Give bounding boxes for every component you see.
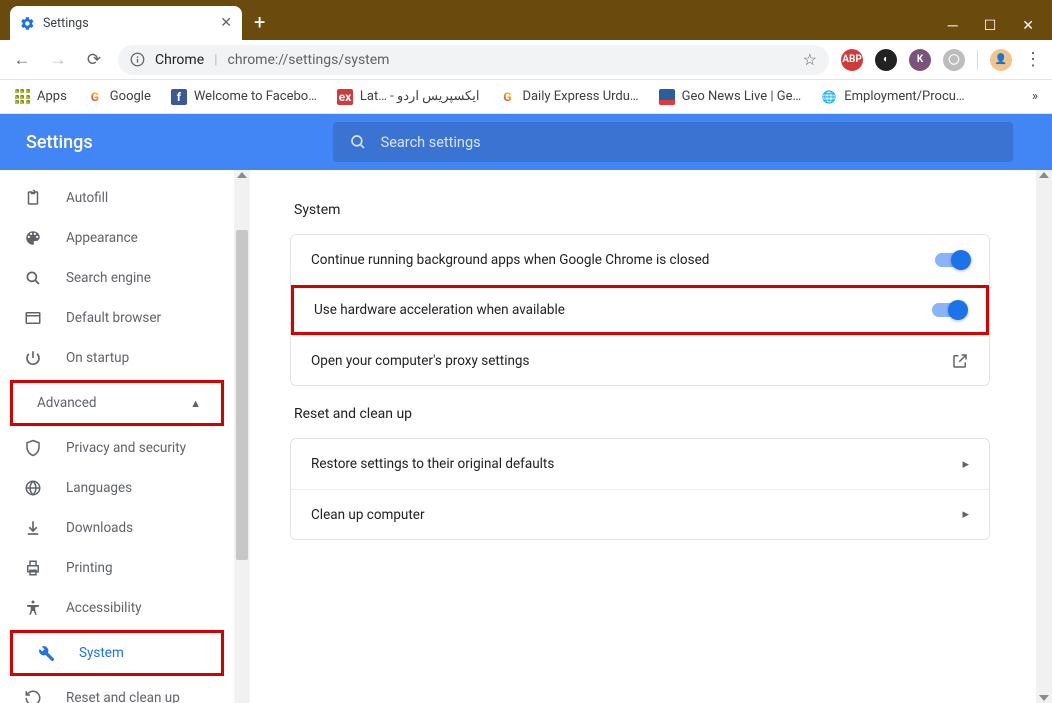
sidebar-item-on-startup[interactable]: On startup	[0, 338, 234, 378]
clipboard-icon	[24, 189, 44, 207]
bookmark-overflow-icon[interactable]: »	[1032, 89, 1038, 104]
window-maximize-icon[interactable]: ☐	[984, 18, 997, 34]
sidebar-item-autofill[interactable]: Autofill	[0, 178, 234, 218]
search-icon	[349, 133, 367, 151]
window-close-icon[interactable]: ✕	[1022, 18, 1034, 34]
wrench-icon	[37, 644, 57, 662]
apps-grid-icon	[14, 89, 30, 105]
tab-title: Settings	[43, 16, 212, 31]
globe-icon	[24, 479, 44, 497]
restore-icon	[24, 689, 44, 703]
settings-search[interactable]	[333, 122, 1013, 162]
sidebar-scrollbar[interactable]	[234, 170, 250, 703]
close-tab-icon[interactable]: ✕	[220, 15, 232, 31]
window-titlebar: Settings ✕ + ─ ☐ ✕	[0, 0, 1052, 40]
geo-icon	[659, 89, 675, 105]
browser-icon	[24, 309, 44, 327]
sidebar-item-default-browser[interactable]: Default browser	[0, 298, 234, 338]
sidebar-item-languages[interactable]: Languages	[0, 468, 234, 508]
google-icon: G	[499, 89, 515, 105]
extension-k-icon[interactable]: K	[909, 49, 931, 71]
globe-icon: 🌐	[821, 89, 837, 105]
browser-toolbar: ← → ⟳ Chrome | chrome://settings/system …	[0, 40, 1052, 80]
sidebar-item-privacy[interactable]: Privacy and security	[0, 428, 234, 468]
bookmark-daily[interactable]: G Daily Express Urdu…	[499, 89, 638, 105]
gear-icon	[20, 16, 35, 31]
toggle-background-apps[interactable]	[935, 253, 969, 267]
omnibox[interactable]: Chrome | chrome://settings/system ☆	[118, 45, 829, 75]
search-input[interactable]	[381, 134, 997, 151]
express-icon: ex	[337, 89, 353, 105]
row-hardware-acceleration: Use hardware acceleration when available	[291, 285, 989, 335]
bookmarks-bar: Apps G Google f Welcome to Facebo… ex La…	[0, 80, 1052, 114]
highlight-system: System	[10, 630, 224, 676]
printer-icon	[24, 559, 44, 577]
forward-icon[interactable]: →	[46, 50, 70, 70]
sidebar-item-printing[interactable]: Printing	[0, 548, 234, 588]
reload-icon[interactable]: ⟳	[82, 50, 106, 70]
sidebar-item-system[interactable]: System	[13, 633, 221, 673]
sidebar-item-appearance[interactable]: Appearance	[0, 218, 234, 258]
search-icon	[24, 269, 44, 287]
extension-dark-icon[interactable]: ◐	[875, 49, 897, 71]
site-info-icon[interactable]	[130, 52, 145, 67]
extension-abp-icon[interactable]: ABP	[841, 49, 863, 71]
chevron-up-icon: ▲	[190, 397, 201, 410]
bookmark-employment[interactable]: 🌐 Employment/Procu…	[821, 89, 964, 105]
bookmark-apps[interactable]: Apps	[14, 89, 67, 105]
palette-icon	[24, 229, 44, 247]
bookmark-google[interactable]: G Google	[87, 89, 151, 105]
row-restore-defaults[interactable]: Restore settings to their original defau…	[291, 439, 989, 489]
chevron-right-icon: ▸	[962, 507, 969, 522]
toggle-hardware-acceleration[interactable]	[932, 303, 966, 317]
bookmark-geo[interactable]: Geo News Live | Ge…	[659, 89, 802, 105]
section-title-reset: Reset and clean up	[294, 406, 990, 422]
section-title-system: System	[294, 202, 990, 218]
profile-avatar-icon[interactable]: 👤	[990, 49, 1012, 71]
download-icon	[24, 519, 44, 537]
system-card: Continue running background apps when Go…	[290, 234, 990, 386]
settings-header: Settings	[0, 114, 1052, 170]
settings-main: System Continue running background apps …	[250, 170, 1052, 703]
sidebar-item-reset[interactable]: Reset and clean up	[0, 678, 234, 703]
row-cleanup-computer[interactable]: Clean up computer ▸	[291, 489, 989, 539]
highlight-advanced: Advanced ▲	[10, 380, 224, 426]
sidebar-item-accessibility[interactable]: Accessibility	[0, 588, 234, 628]
row-proxy-settings[interactable]: Open your computer's proxy settings	[291, 335, 989, 385]
omnibox-label: Chrome	[155, 52, 204, 68]
bookmark-express[interactable]: ex Lat… - ایکسپریس اردو	[337, 89, 480, 105]
main-scrollbar[interactable]	[1036, 170, 1052, 703]
facebook-icon: f	[171, 89, 187, 105]
omnibox-url: chrome://settings/system	[228, 52, 793, 68]
bookmark-star-icon[interactable]: ☆	[803, 50, 817, 69]
accessibility-icon	[24, 599, 44, 617]
browser-tab[interactable]: Settings ✕	[10, 6, 242, 40]
sidebar-item-downloads[interactable]: Downloads	[0, 508, 234, 548]
reset-card: Restore settings to their original defau…	[290, 438, 990, 540]
row-background-apps: Continue running background apps when Go…	[291, 235, 989, 285]
open-external-icon	[951, 352, 969, 370]
sidebar-item-search-engine[interactable]: Search engine	[0, 258, 234, 298]
chevron-right-icon: ▸	[962, 457, 969, 472]
shield-icon	[24, 439, 44, 457]
power-icon	[24, 349, 44, 367]
bookmark-facebook[interactable]: f Welcome to Facebo…	[171, 89, 317, 105]
extension-grey-icon[interactable]: ◯	[943, 49, 965, 71]
sidebar-item-advanced[interactable]: Advanced ▲	[13, 383, 221, 423]
settings-title: Settings	[26, 132, 93, 153]
chrome-menu-icon[interactable]: ⋮	[1024, 49, 1042, 70]
settings-sidebar: Autofill Appearance Search engine Defaul…	[0, 170, 250, 703]
google-icon: G	[87, 89, 103, 105]
new-tab-button[interactable]: +	[254, 10, 265, 34]
back-icon[interactable]: ←	[10, 50, 34, 70]
window-minimize-icon[interactable]: ─	[948, 17, 958, 34]
